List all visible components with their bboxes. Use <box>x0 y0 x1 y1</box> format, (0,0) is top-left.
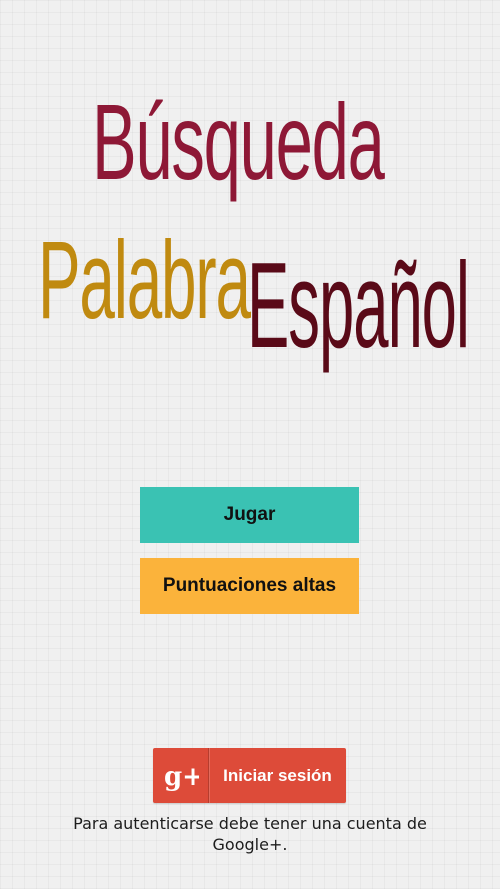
signin-label: Iniciar sesión <box>223 765 332 785</box>
auth-note: Para autenticarse debe tener una cuenta … <box>73 814 427 854</box>
google-plus-glyph: g+ <box>164 762 199 791</box>
play-button[interactable]: Jugar <box>140 487 359 543</box>
svg-text:g+: g+ <box>164 762 199 791</box>
google-signin-button[interactable]: g+ Iniciar sesión <box>153 748 346 803</box>
title-busqueda: Búsqueda <box>92 81 385 202</box>
title-espanol: Español <box>247 237 470 373</box>
google-plus-icon: g+ <box>153 748 209 803</box>
high-scores-button[interactable]: Puntuaciones altas <box>140 558 359 614</box>
title-palabra: Palabra <box>38 219 251 342</box>
